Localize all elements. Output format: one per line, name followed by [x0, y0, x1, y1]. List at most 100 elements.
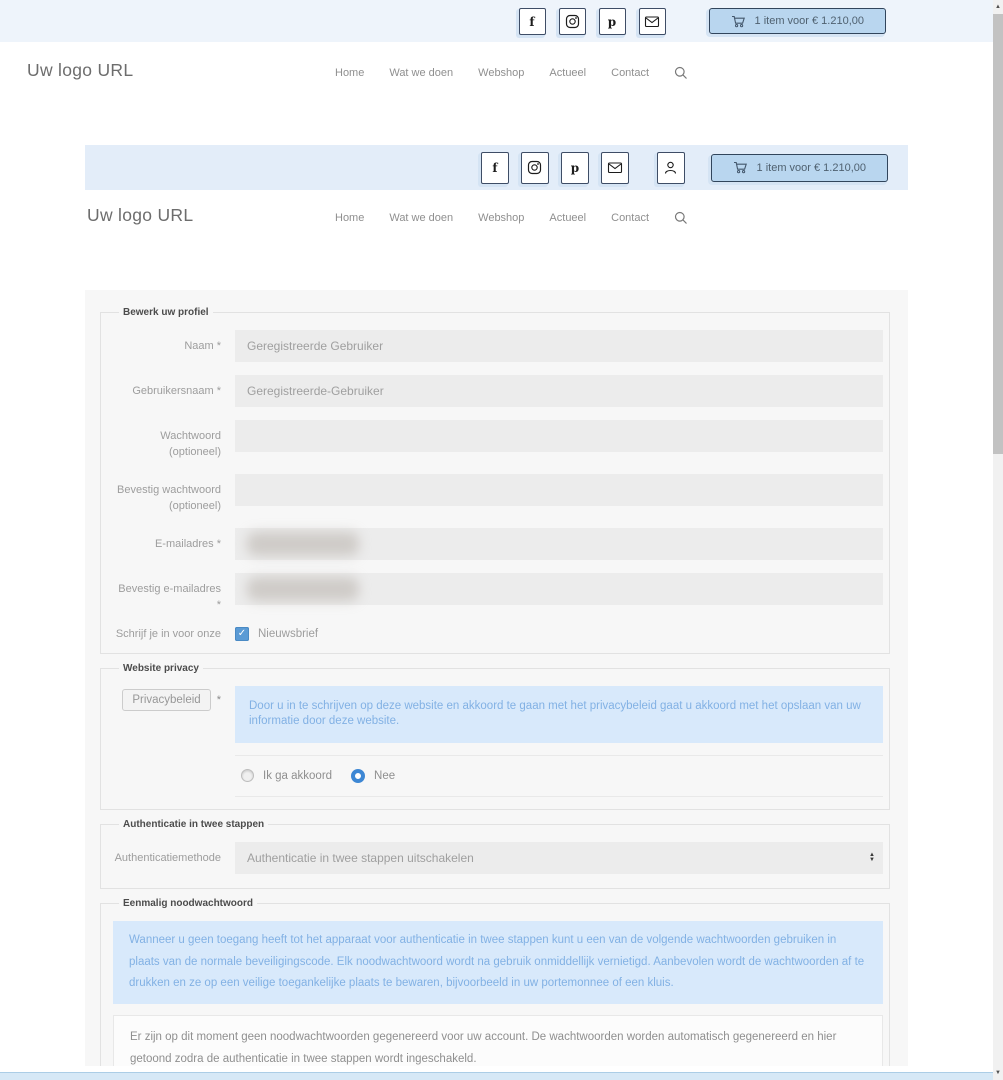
auth-method-label: Authenticatiemethode — [114, 851, 221, 864]
scroll-down-icon[interactable]: ▼ — [993, 1066, 1003, 1080]
mail-icon — [607, 161, 623, 174]
nav-item-wat-we-doen[interactable]: Wat we doen — [389, 212, 453, 224]
privacy-notice: Door u in te schrijven op deze website e… — [235, 685, 883, 743]
emergency-notice: Wanneer u geen toegang heeft tot het app… — [113, 920, 883, 1005]
website-privacy-legend: Website privacy — [123, 662, 199, 674]
emergency-password-fieldset: Eenmalig noodwachtwoord Wanneer u geen t… — [100, 897, 890, 1066]
form-row-password: Wachtwoord (optioneel) — [113, 420, 883, 461]
cart-icon — [731, 15, 747, 28]
form-row-confirm-password: Bevestig wachtwoord (optioneel) — [113, 473, 883, 515]
site-logo[interactable]: Uw logo URL — [27, 60, 133, 81]
email-link[interactable] — [638, 7, 666, 35]
facebook-link[interactable]: f — [480, 151, 509, 184]
privacy-choice-row: Ik ga akkoord Nee — [235, 754, 883, 797]
website-privacy-fieldset: Website privacy Privacybeleid * Door u i… — [100, 662, 890, 810]
nav-item-actueel[interactable]: Actueel — [549, 212, 586, 224]
confirm-password-label: Bevestig wachtwoord (optioneel) — [117, 483, 221, 512]
email-input[interactable] — [235, 527, 883, 560]
main-nav: Home Wat we doen Webshop Actueel Contact — [335, 66, 688, 80]
form-row-username: Gebruikersnaam * — [113, 375, 883, 407]
privacy-policy-button[interactable]: Privacybeleid — [122, 688, 211, 711]
newsletter-checkbox[interactable]: ✓ — [235, 626, 249, 641]
form-row-name: Naam * — [113, 330, 883, 362]
cart-label: 1 item voor € 1.210,00 — [754, 15, 864, 27]
scrollbar-track[interactable]: ▲ ▼ — [993, 0, 1003, 1080]
agree-radio-label: Ik ga akkoord — [263, 769, 333, 782]
password-label: Wachtwoord (optioneel) — [160, 430, 221, 458]
emergency-status: Er zijn op dit moment geen noodwachtwoor… — [113, 1015, 883, 1066]
search-icon[interactable] — [674, 211, 688, 225]
auth-method-row: Authenticatiemethode Authenticatie in tw… — [113, 841, 883, 874]
confirm-email-input[interactable] — [235, 572, 883, 605]
email-label: E-mailadres * — [154, 537, 221, 550]
nav-item-home[interactable]: Home — [335, 67, 364, 79]
bottom-accent-bar — [0, 1072, 993, 1080]
nav-item-wat-we-doen[interactable]: Wat we doen — [389, 67, 453, 79]
site-logo[interactable]: Uw logo URL — [87, 205, 193, 226]
profile-panel: Bewerk uw profiel Naam * Gebruikersnaam … — [85, 290, 908, 1066]
edit-profile-fieldset: Bewerk uw profiel Naam * Gebruikersnaam … — [100, 307, 890, 654]
agree-radio[interactable] — [241, 769, 254, 783]
top-bar: f p 1 item voor € 1.210,00 — [0, 0, 993, 42]
facebook-icon: f — [527, 14, 537, 29]
nav-item-contact[interactable]: Contact — [611, 212, 649, 224]
instagram-icon — [565, 14, 580, 29]
cart-button[interactable]: 1 item voor € 1.210,00 — [708, 8, 886, 34]
required-mark: * — [216, 693, 221, 706]
auth-method-select[interactable]: Authenticatie in twee stappen uitschakel… — [235, 841, 883, 874]
pinterest-icon: p — [570, 160, 580, 175]
instagram-link[interactable] — [558, 7, 586, 35]
password-input[interactable] — [235, 420, 883, 452]
check-icon: ✓ — [237, 627, 247, 639]
instagram-link[interactable] — [520, 151, 549, 184]
privacy-policy-row: Privacybeleid * Door u in te schrijven o… — [113, 685, 883, 743]
nav-item-actueel[interactable]: Actueel — [549, 67, 586, 79]
facebook-link[interactable]: f — [518, 7, 546, 35]
confirm-password-input[interactable] — [235, 473, 883, 506]
svg-text:f: f — [529, 15, 535, 29]
cart-icon — [733, 161, 749, 174]
preview-top-bar: f p 1 item voor € 1.210,00 — [85, 145, 908, 190]
name-label: Naam * — [184, 340, 221, 352]
email-link[interactable] — [600, 151, 629, 184]
pinterest-icon: p — [607, 14, 617, 29]
person-icon — [663, 160, 678, 175]
confirm-email-field-wrap — [235, 572, 883, 605]
form-row-confirm-email: Bevestig e-mailadres * — [113, 572, 883, 614]
pinterest-link[interactable]: p — [560, 151, 589, 184]
scrollbar-thumb[interactable] — [993, 14, 1003, 454]
nav-item-webshop[interactable]: Webshop — [478, 67, 524, 79]
username-input[interactable] — [235, 375, 883, 407]
nav-item-contact[interactable]: Contact — [611, 67, 649, 79]
search-icon[interactable] — [674, 66, 688, 80]
two-factor-fieldset: Authenticatie in twee stappen Authentica… — [100, 818, 890, 889]
svg-text:p: p — [608, 15, 616, 29]
scroll-up-icon[interactable]: ▲ — [993, 0, 1003, 14]
nav-item-webshop[interactable]: Webshop — [478, 212, 524, 224]
pinterest-link[interactable]: p — [598, 7, 626, 35]
form-row-email: E-mailadres * — [113, 527, 883, 560]
cart-label: 1 item voor € 1.210,00 — [756, 161, 866, 174]
confirm-email-label: Bevestig e-mailadres * — [118, 582, 221, 611]
decline-radio-label: Nee — [374, 769, 396, 782]
username-label: Gebruikersnaam * — [132, 385, 221, 397]
svg-text:f: f — [492, 161, 498, 175]
instagram-icon — [527, 160, 542, 175]
cart-button[interactable]: 1 item voor € 1.210,00 — [710, 153, 888, 182]
decline-radio[interactable] — [351, 768, 366, 783]
newsletter-checkbox-label: Nieuwsbrief — [258, 627, 319, 640]
account-link[interactable] — [656, 151, 685, 184]
nav-item-home[interactable]: Home — [335, 212, 364, 224]
preview-main-nav: Home Wat we doen Webshop Actueel Contact — [335, 211, 688, 225]
email-field-wrap — [235, 527, 883, 560]
newsletter-label: Schrijf je in voor onze — [115, 627, 221, 640]
edit-profile-legend: Bewerk uw profiel — [123, 307, 209, 318]
emergency-password-legend: Eenmalig noodwachtwoord — [123, 897, 254, 909]
newsletter-row: Schrijf je in voor onze ✓ Nieuwsbrief — [113, 626, 883, 641]
two-factor-legend: Authenticatie in twee stappen — [123, 818, 265, 830]
privacy-policy-cell: Privacybeleid * — [113, 686, 221, 711]
mail-icon — [644, 15, 660, 28]
auth-method-selected-option: Authenticatie in twee stappen uitschakel… — [247, 850, 474, 865]
select-updown-icon: ▲ ▼ — [869, 851, 875, 863]
name-input[interactable] — [235, 330, 883, 362]
